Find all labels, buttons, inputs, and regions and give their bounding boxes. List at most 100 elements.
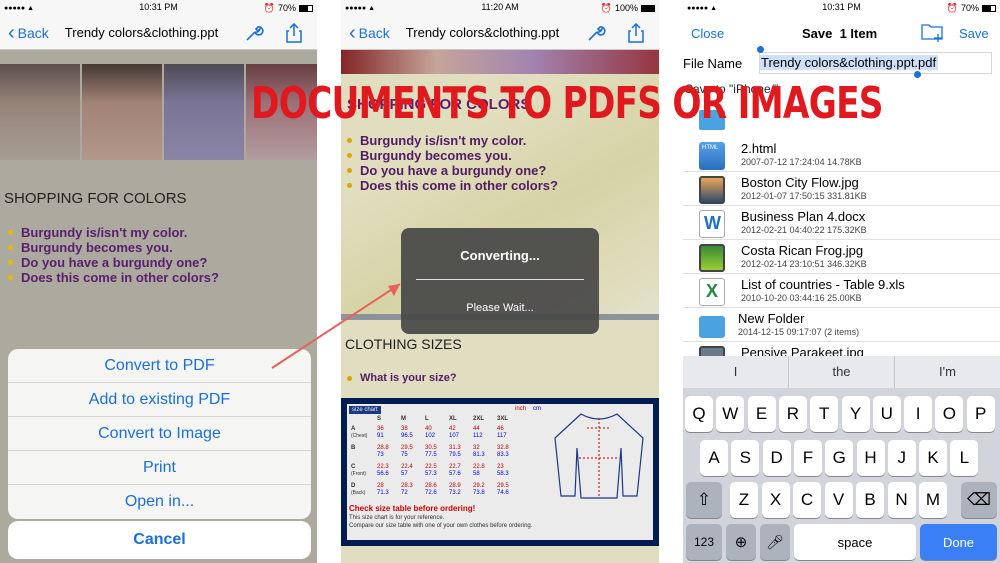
file-name-row: File Name Trendy colors&clothing.ppt.pdf bbox=[683, 46, 1000, 78]
save-dialog-title: Save 1 Item bbox=[802, 25, 878, 41]
key-t[interactable]: T bbox=[810, 396, 839, 432]
new-folder-icon[interactable] bbox=[921, 21, 945, 43]
key-n[interactable]: N bbox=[887, 482, 916, 518]
key-w[interactable]: W bbox=[716, 396, 745, 432]
space-key[interactable]: space bbox=[794, 524, 916, 560]
share-icon[interactable] bbox=[284, 23, 304, 43]
key-m[interactable]: M bbox=[919, 482, 947, 518]
key-i[interactable]: I bbox=[904, 396, 933, 432]
back-button[interactable]: ‹ Back bbox=[349, 21, 390, 44]
file-name: New Folder bbox=[738, 311, 805, 326]
key-x[interactable]: X bbox=[761, 482, 790, 518]
done-key[interactable]: Done bbox=[920, 524, 997, 560]
key-l[interactable]: L bbox=[950, 440, 979, 476]
bullet-item: Burgundy is/isn't my color. bbox=[8, 225, 219, 240]
file-name-field[interactable]: Trendy colors&clothing.ppt.pdf bbox=[757, 46, 992, 78]
status-time: 11:20 AM bbox=[481, 2, 519, 12]
key-r[interactable]: R bbox=[778, 396, 807, 432]
file-meta: 2012-02-14 23:10:51 346.32KB bbox=[741, 259, 867, 269]
file-name: Boston City Flow.jpg bbox=[741, 175, 859, 190]
image-file-icon bbox=[699, 244, 725, 272]
file-name: List of countries - Table 9.xls bbox=[741, 277, 905, 292]
nav-bar: Close Save 1 Item Save bbox=[683, 16, 1000, 50]
key-a[interactable]: A bbox=[700, 440, 728, 476]
key-f[interactable]: F bbox=[793, 440, 822, 476]
file-name: Business Plan 4.docx bbox=[741, 209, 866, 224]
status-bar: ●●●●● ▲ 10:31 PM ⏰ 70% bbox=[683, 0, 1000, 16]
file-row[interactable]: Costa Rican Frog.jpg 2012-02-14 23:10:51… bbox=[683, 240, 1000, 274]
globe-key[interactable]: ⊕ bbox=[726, 524, 756, 560]
key-h[interactable]: H bbox=[856, 440, 885, 476]
file-row[interactable]: Pensive Parakeet.jpg bbox=[683, 342, 1000, 356]
file-meta: 2014-12-15 09:17:07 (2 items) bbox=[738, 327, 860, 337]
numbers-key[interactable]: 123 bbox=[686, 524, 722, 560]
selection-handle-start[interactable] bbox=[757, 46, 764, 53]
keyboard: I the I'm QWERTYUIOP ASDFGHJKL ZXCVBNM ⇧… bbox=[683, 356, 1000, 563]
share-icon[interactable] bbox=[626, 23, 646, 43]
battery-level bbox=[642, 5, 654, 11]
open-in-button[interactable]: Open in... bbox=[8, 485, 311, 519]
print-button[interactable]: Print bbox=[8, 451, 311, 485]
hud-divider bbox=[416, 279, 584, 280]
key-q[interactable]: Q bbox=[685, 396, 713, 432]
selection-handle-end[interactable] bbox=[914, 71, 921, 78]
microphone-key[interactable]: 🎤︎ bbox=[760, 524, 790, 560]
close-button[interactable]: Close bbox=[691, 26, 724, 41]
key-b[interactable]: B bbox=[856, 482, 884, 518]
key-e[interactable]: E bbox=[747, 396, 776, 432]
folder-icon bbox=[699, 316, 725, 338]
status-time: 10:31 PM bbox=[139, 2, 178, 12]
battery-icon bbox=[982, 4, 996, 12]
save-button[interactable]: Save bbox=[959, 26, 989, 41]
key-k[interactable]: K bbox=[919, 440, 948, 476]
file-row[interactable]: X List of countries - Table 9.xls 2010-1… bbox=[683, 274, 1000, 308]
suggestion[interactable]: I'm bbox=[895, 356, 1000, 388]
convert-to-image-button[interactable]: Convert to Image bbox=[8, 417, 311, 451]
key-s[interactable]: S bbox=[731, 440, 760, 476]
file-name-label: File Name bbox=[683, 56, 743, 71]
shift-key[interactable]: ⇧ bbox=[686, 482, 722, 518]
wrench-icon[interactable] bbox=[244, 23, 264, 43]
file-row[interactable]: W Business Plan 4.docx 2012-02-21 04:40:… bbox=[683, 206, 1000, 240]
battery-level bbox=[300, 5, 309, 11]
battery-icon bbox=[299, 4, 313, 12]
key-y[interactable]: Y bbox=[841, 396, 870, 432]
suggestion[interactable]: the bbox=[789, 356, 895, 388]
key-g[interactable]: G bbox=[825, 440, 854, 476]
cancel-button[interactable]: Cancel bbox=[8, 521, 311, 559]
doc-bullets: Burgundy is/isn't my color. Burgundy bec… bbox=[8, 225, 219, 285]
add-to-existing-pdf-button[interactable]: Add to existing PDF bbox=[8, 383, 311, 417]
convert-to-pdf-button[interactable]: Convert to PDF bbox=[8, 349, 311, 383]
backspace-key[interactable]: ⌫ bbox=[961, 482, 997, 518]
wrench-icon[interactable] bbox=[586, 23, 606, 43]
file-name: Pensive Parakeet.jpg bbox=[741, 345, 864, 356]
file-row[interactable]: New Folder 2014-12-15 09:17:07 (2 items) bbox=[683, 308, 1000, 342]
key-c[interactable]: C bbox=[793, 482, 821, 518]
file-row[interactable]: HTML 2.html 2007-07-12 17:24:04 14.78KB bbox=[683, 138, 1000, 172]
arrow-graphic bbox=[271, 283, 401, 369]
converting-title: Converting... bbox=[460, 248, 540, 263]
key-p[interactable]: P bbox=[966, 396, 995, 432]
nav-bar: ‹ Back Trendy colors&clothing.ppt bbox=[0, 16, 317, 50]
file-row[interactable]: Boston City Flow.jpg 2012-01-07 17:50:15… bbox=[683, 172, 1000, 206]
file-list: HTML 2.html 2007-07-12 17:24:04 14.78KB … bbox=[683, 100, 1000, 356]
key-z[interactable]: Z bbox=[730, 482, 758, 518]
key-o[interactable]: O bbox=[935, 396, 964, 432]
suggestion-bar: I the I'm bbox=[683, 356, 1000, 388]
chevron-left-icon: ‹ bbox=[349, 21, 356, 44]
key-v[interactable]: V bbox=[824, 482, 853, 518]
status-bar: ●●●●● ▲ 10:31 PM ⏰ 70% bbox=[0, 0, 317, 16]
file-name-value: Trendy colors&clothing.ppt.pdf bbox=[760, 55, 939, 70]
html-file-icon: HTML bbox=[699, 142, 725, 170]
key-j[interactable]: J bbox=[887, 440, 916, 476]
suggestion[interactable]: I bbox=[683, 356, 789, 388]
bullet-item: Burgundy becomes you. bbox=[8, 240, 219, 255]
file-name: Costa Rican Frog.jpg bbox=[741, 243, 864, 258]
back-button[interactable]: ‹ Back bbox=[8, 23, 49, 43]
image-file-icon bbox=[699, 346, 725, 356]
key-u[interactable]: U bbox=[872, 396, 901, 432]
converting-hud: Converting... Please Wait... bbox=[401, 228, 599, 334]
key-d[interactable]: D bbox=[762, 440, 791, 476]
status-time: 10:31 PM bbox=[822, 2, 861, 12]
bullet-item: Do you have a burgundy one? bbox=[8, 255, 219, 270]
